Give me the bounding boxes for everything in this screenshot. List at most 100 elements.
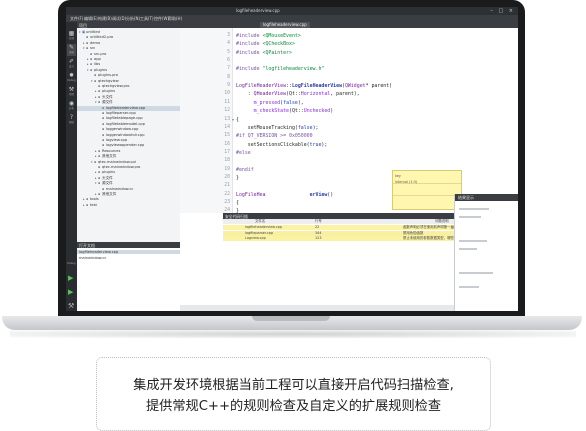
open-documents-title: 打开文档 <box>79 242 95 248</box>
code-editor[interactable]: 3 #include <QMouseEvent> 4 #include <QCheck… <box>180 28 518 213</box>
debug-run-icon[interactable]: ▶ <box>68 288 73 296</box>
build-icon[interactable]: ⚒ <box>68 302 74 310</box>
tree-item-label: 其他文件 <box>102 154 117 159</box>
mode-button[interactable]: ◉ 分析 <box>67 100 76 112</box>
tree-item-label: loggerwindowhdr.cpp <box>106 132 145 137</box>
line-number: 6 <box>227 58 230 64</box>
placeholder-line <box>459 208 489 210</box>
tree-item-label: loggerwindow.cpp <box>106 127 139 132</box>
tree-item-label: plugins <box>102 89 115 94</box>
status-bar <box>180 305 454 311</box>
design-icon: ✐ <box>68 58 75 65</box>
tree-item[interactable]: ▾▪ 源文件 <box>77 181 180 186</box>
tree-item[interactable]: ▸▪ test <box>77 203 180 208</box>
code-line: 16 setSectionsClickable(true); <box>180 141 518 149</box>
line-number: 12 <box>224 108 230 114</box>
tree-item[interactable]: ▸▪ plugins <box>77 170 180 175</box>
code-text: #include <QPainter> <box>236 49 292 56</box>
mode-button[interactable]: ✐ 设计 <box>67 58 76 70</box>
tree-item[interactable]: ▸▪ libs <box>77 62 180 67</box>
mode-selector: ▦ 欢迎 ✎ 编辑 ✐ 设计 ✹ Debug ⚒ 项目 ◉ 分析? 帮助 Debug ▶ ▶ ⚒ <box>66 22 77 311</box>
tree-item[interactable]: ▸▪ 其他文件 <box>77 154 180 159</box>
code-line: 8 <box>180 74 518 82</box>
code-line: 6 <box>180 57 518 65</box>
open-document-item[interactable]: mainwindow.cc <box>79 256 106 260</box>
tree-item-label: logfiletablepage.cpp <box>106 116 143 121</box>
run-icon[interactable]: ▶ <box>68 274 73 282</box>
tree-item-label: qtechgview.pro <box>102 84 130 88</box>
tree-item[interactable]: ▾▪ qtec.mainwindow.pui <box>77 160 180 165</box>
code-text: { <box>236 200 239 206</box>
line-number: 18 <box>224 158 230 164</box>
code-line: 9 LogFileHeaderView::LogFileHeaderView(QW… <box>180 82 518 90</box>
tree-item[interactable]: ▪ src.pro <box>77 52 180 57</box>
tooltip-text: interval (1:3) <box>395 180 418 184</box>
project-panel-title: 项目 <box>79 22 87 28</box>
result-filename: Logview.cpp <box>245 236 266 241</box>
code-line: 17 #else <box>180 149 518 157</box>
code-text: } <box>236 174 239 181</box>
tree-item-label: tools <box>90 197 99 202</box>
mode-button[interactable]: ✎ 编辑 <box>67 44 76 56</box>
tree-item[interactable]: ▪ logfileheaderview.cpp <box>77 105 180 111</box>
mode-button[interactable]: ✹ Debug <box>67 72 76 84</box>
column-filename[interactable]: 文件名 <box>255 219 265 224</box>
mode-button[interactable]: ? 帮助 <box>67 114 76 126</box>
mode-button[interactable]: ▦ 欢迎 <box>67 30 76 42</box>
open-document-item[interactable]: logfileheaderview.cpp <box>77 250 180 254</box>
tree-item[interactable]: ▸▪ plugins <box>77 89 180 94</box>
tree-item[interactable]: ▸▪ tools <box>77 197 180 202</box>
tree-item-label: plugins.pro <box>98 73 119 78</box>
tree-item-label: libs <box>94 62 101 67</box>
tree-item-label: untitled2.pro <box>90 35 114 40</box>
code-line: 14 setMouseTracking(false); <box>180 124 518 132</box>
debug-icon: ✹ <box>68 72 75 79</box>
line-number: 10 <box>224 91 230 97</box>
code-text: #endif <box>236 166 254 173</box>
tree-item-label: demo <box>90 40 101 45</box>
result-filename: logfileparser.cpp <box>245 230 274 235</box>
tree-item[interactable]: ▪ logviewappender.cpp <box>77 143 180 148</box>
line-number: 13 <box>224 116 230 122</box>
tree-item-label: qtec.mainwindow.pui <box>98 159 137 164</box>
line-number: 5 <box>227 49 230 55</box>
tree-item[interactable]: ▾▪ qtechgview <box>77 79 180 84</box>
tree-item[interactable]: ▪ mainwindow.cc <box>77 187 180 192</box>
column-line[interactable]: 行号 <box>315 219 322 224</box>
column-description[interactable]: 问题说明 <box>435 219 449 224</box>
tree-item-label: 头文件 <box>102 175 113 180</box>
tree-item-label: logfileheaderview.cpp <box>106 105 146 110</box>
tree-item-label: 头文件 <box>102 94 113 99</box>
tree-item[interactable]: ▾▪ 源文件 <box>77 100 180 105</box>
mode-label: 设计 <box>68 65 74 68</box>
result-description: 函数声明必须在使用前声明第一遍 <box>403 225 454 229</box>
tree-item-label: qtec.mainwindow.pro <box>102 165 141 169</box>
tree-item[interactable]: ▪ plugins.pro <box>77 73 180 78</box>
tree-item[interactable]: ▪ untitled2.pro <box>77 35 180 40</box>
open-documents-header: 打开文档 <box>77 242 180 248</box>
tree-item-label: Resources <box>102 148 121 153</box>
code-line: 18 <box>180 157 518 165</box>
tree-item-label: app <box>94 57 101 61</box>
fold-arrow-icon[interactable]: ▾ <box>232 116 234 124</box>
code-line: 10 : QHeaderView(Qt::Horizontal, parent)… <box>180 90 518 98</box>
tree-item[interactable]: ▪ logfiletablepage.cpp <box>77 116 180 121</box>
caption-line-2: 提供常规C++的规则检查及自定义的扩展规则检查 <box>145 399 442 414</box>
tree-item-label: logfileparser.cpp <box>106 111 136 115</box>
tree-item-label: plugins <box>94 67 107 72</box>
tree-item[interactable]: ▪ loggerwindow.cpp <box>77 127 180 132</box>
mode-button[interactable]: ⚒ 项目 <box>67 86 76 98</box>
window-controls[interactable]: – □ × <box>490 8 515 14</box>
tree-item[interactable]: ▪ loggerwindowhdr.cpp <box>77 133 180 138</box>
tree-item-label: logview.cpp <box>106 138 128 142</box>
placeholder-line <box>459 240 487 242</box>
mode-label: 项目 <box>68 93 74 96</box>
line-number: 21 <box>224 183 230 189</box>
code-line: 15 #if QT_VERSION >= 0x050000 <box>180 132 518 140</box>
tree-item-label: qtechgview <box>98 78 119 83</box>
code-line: 12 m_checkState(Qt::Unchecked) <box>180 107 518 115</box>
project-icon: ⚒ <box>68 86 75 93</box>
code-line: 11 m_pressed(false), <box>180 99 518 107</box>
tree-item[interactable]: ▾▪ src <box>77 46 180 51</box>
project-panel: 项目 ▾▣untitled ▪ untitled2.pro ▸▪ demo ▾▪ src ▪ s… <box>77 22 180 242</box>
